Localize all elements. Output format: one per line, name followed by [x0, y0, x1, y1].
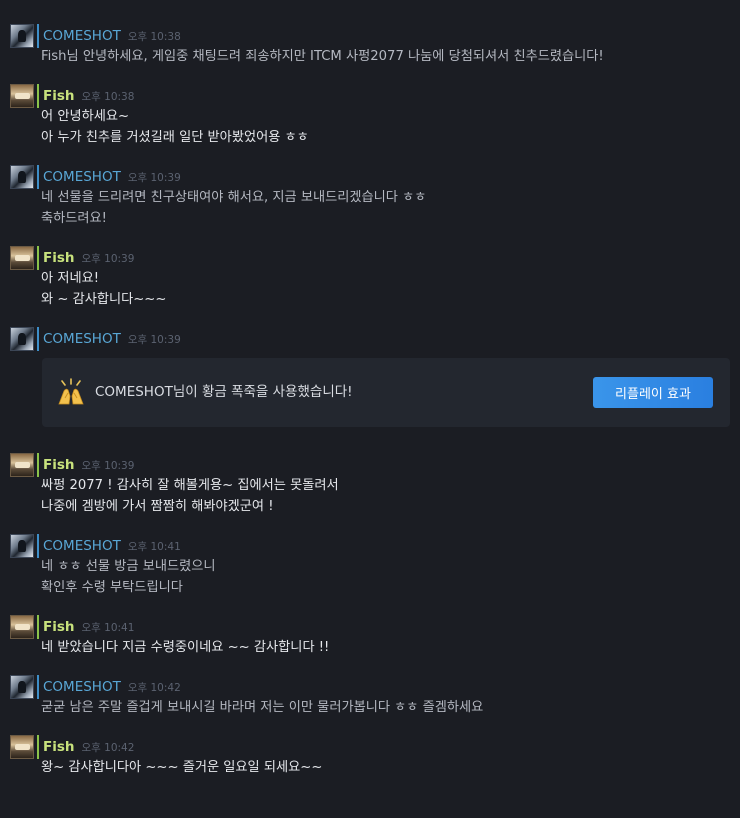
status-indicator	[37, 246, 39, 270]
status-indicator	[37, 453, 39, 477]
message-body: 왕~ 감사합니다아 ~~~ 즐거운 일요일 되세요~~	[41, 757, 322, 778]
status-indicator	[37, 534, 39, 558]
timestamp: 오후 10:38	[81, 91, 135, 103]
author-name[interactable]: Fish	[43, 739, 75, 755]
timestamp: 오후 10:39	[127, 334, 181, 346]
author-name[interactable]: COMESHOT	[43, 331, 121, 347]
fish-avatar[interactable]	[10, 84, 34, 108]
timestamp: 오후 10:39	[81, 460, 135, 472]
message-line: 네 선물을 드리려면 친구상태여야 해서요, 지금 보내드리겠습니다 ㅎㅎ	[41, 190, 427, 205]
message-header: COMESHOT 오후 10:41	[43, 536, 181, 556]
author-name[interactable]: Fish	[43, 250, 75, 266]
fish-avatar[interactable]	[10, 615, 34, 639]
author-name[interactable]: COMESHOT	[43, 28, 121, 44]
message-header: Fish 오후 10:39	[43, 455, 134, 475]
status-indicator	[37, 327, 39, 351]
timestamp: 오후 10:38	[127, 31, 181, 43]
effect-notification-card: COMESHOT님이 황금 폭죽을 사용했습니다! 리플레이 효과	[42, 358, 730, 427]
author-name[interactable]: COMESHOT	[43, 679, 121, 695]
message-body: 굳굳 남은 주말 즐겁게 보내시길 바라며 저는 이만 물러가봅니다 ㅎㅎ 즐겜…	[41, 697, 483, 718]
message-line: 와 ~ 감사합니다~~~	[41, 292, 167, 307]
comeshot-avatar[interactable]	[10, 327, 34, 351]
message-line: 확인후 수령 부탁드립니다	[41, 580, 183, 595]
fish-avatar[interactable]	[10, 453, 34, 477]
message-line: 왕~ 감사합니다아 ~~~ 즐거운 일요일 되세요~~	[41, 760, 323, 775]
status-indicator	[37, 24, 39, 48]
fish-avatar[interactable]	[10, 735, 34, 759]
message-line: 싸펑 2077 ! 감사히 잘 해볼게용~ 집에서는 못돌려서	[41, 478, 339, 493]
applause-hands-icon	[58, 378, 84, 405]
message-line: 네 받았습니다 지금 수령중이네요 ~~ 감사합니다 !!	[41, 640, 330, 655]
message-line: 아 저네요!	[41, 271, 100, 286]
author-name[interactable]: COMESHOT	[43, 538, 121, 554]
effect-message: COMESHOT님이 황금 폭죽을 사용했습니다!	[95, 384, 353, 400]
author-name[interactable]: COMESHOT	[43, 169, 121, 185]
message-body: 아 저네요! 와 ~ 감사합니다~~~	[41, 268, 166, 310]
status-indicator	[37, 165, 39, 189]
timestamp: 오후 10:39	[81, 253, 135, 265]
message-body: 어 안녕하세요~ 아 누가 친추를 거셨길래 일단 받아봤었어용 ㅎㅎ	[41, 106, 309, 148]
timestamp: 오후 10:42	[127, 682, 181, 694]
timestamp: 오후 10:41	[127, 541, 181, 553]
author-name[interactable]: Fish	[43, 619, 75, 635]
message-body: 싸펑 2077 ! 감사히 잘 해볼게용~ 집에서는 못돌려서 나중에 겜방에 …	[41, 475, 339, 517]
comeshot-avatar[interactable]	[10, 24, 34, 48]
message-body: 네 받았습니다 지금 수령중이네요 ~~ 감사합니다 !!	[41, 637, 329, 658]
message-header: COMESHOT 오후 10:39	[43, 329, 181, 349]
status-indicator	[37, 615, 39, 639]
comeshot-avatar[interactable]	[10, 165, 34, 189]
author-name[interactable]: Fish	[43, 457, 75, 473]
message-body: 네 선물을 드리려면 친구상태여야 해서요, 지금 보내드리겠습니다 ㅎㅎ 축하…	[41, 187, 426, 229]
message-line: 네 ㅎㅎ 선물 방금 보내드렸으니	[41, 559, 216, 574]
replay-effect-button[interactable]: 리플레이 효과	[593, 377, 713, 408]
comeshot-avatar[interactable]	[10, 675, 34, 699]
message-body: 네 ㅎㅎ 선물 방금 보내드렸으니 확인후 수령 부탁드립니다	[41, 556, 216, 598]
author-name[interactable]: Fish	[43, 88, 75, 104]
message-line: 아 누가 친추를 거셨길래 일단 받아봤었어용 ㅎㅎ	[41, 130, 309, 145]
message-header: COMESHOT 오후 10:42	[43, 677, 181, 697]
status-indicator	[37, 675, 39, 699]
message-header: Fish 오후 10:42	[43, 737, 134, 757]
message-line: 어 안녕하세요~	[41, 109, 130, 124]
message-header: COMESHOT 오후 10:39	[43, 167, 181, 187]
comeshot-avatar[interactable]	[10, 534, 34, 558]
message-header: Fish 오후 10:38	[43, 86, 134, 106]
status-indicator	[37, 735, 39, 759]
message-line: Fish님 안녕하세요, 게임중 채팅드려 죄송하지만 ITCM 사펑2077 …	[41, 49, 604, 64]
status-indicator	[37, 84, 39, 108]
message-line: 나중에 겜방에 가서 짬짬히 해봐야겠군여 !	[41, 499, 274, 514]
message-header: Fish 오후 10:41	[43, 617, 134, 637]
message-body: Fish님 안녕하세요, 게임중 채팅드려 죄송하지만 ITCM 사펑2077 …	[41, 46, 604, 67]
timestamp: 오후 10:42	[81, 742, 135, 754]
message-header: COMESHOT 오후 10:38	[43, 26, 181, 46]
message-line: 축하드려요!	[41, 211, 107, 226]
timestamp: 오후 10:41	[81, 622, 135, 634]
message-line: 굳굳 남은 주말 즐겁게 보내시길 바라며 저는 이만 물러가봅니다 ㅎㅎ 즐겜…	[41, 700, 484, 715]
message-header: Fish 오후 10:39	[43, 248, 134, 268]
timestamp: 오후 10:39	[127, 172, 181, 184]
fish-avatar[interactable]	[10, 246, 34, 270]
